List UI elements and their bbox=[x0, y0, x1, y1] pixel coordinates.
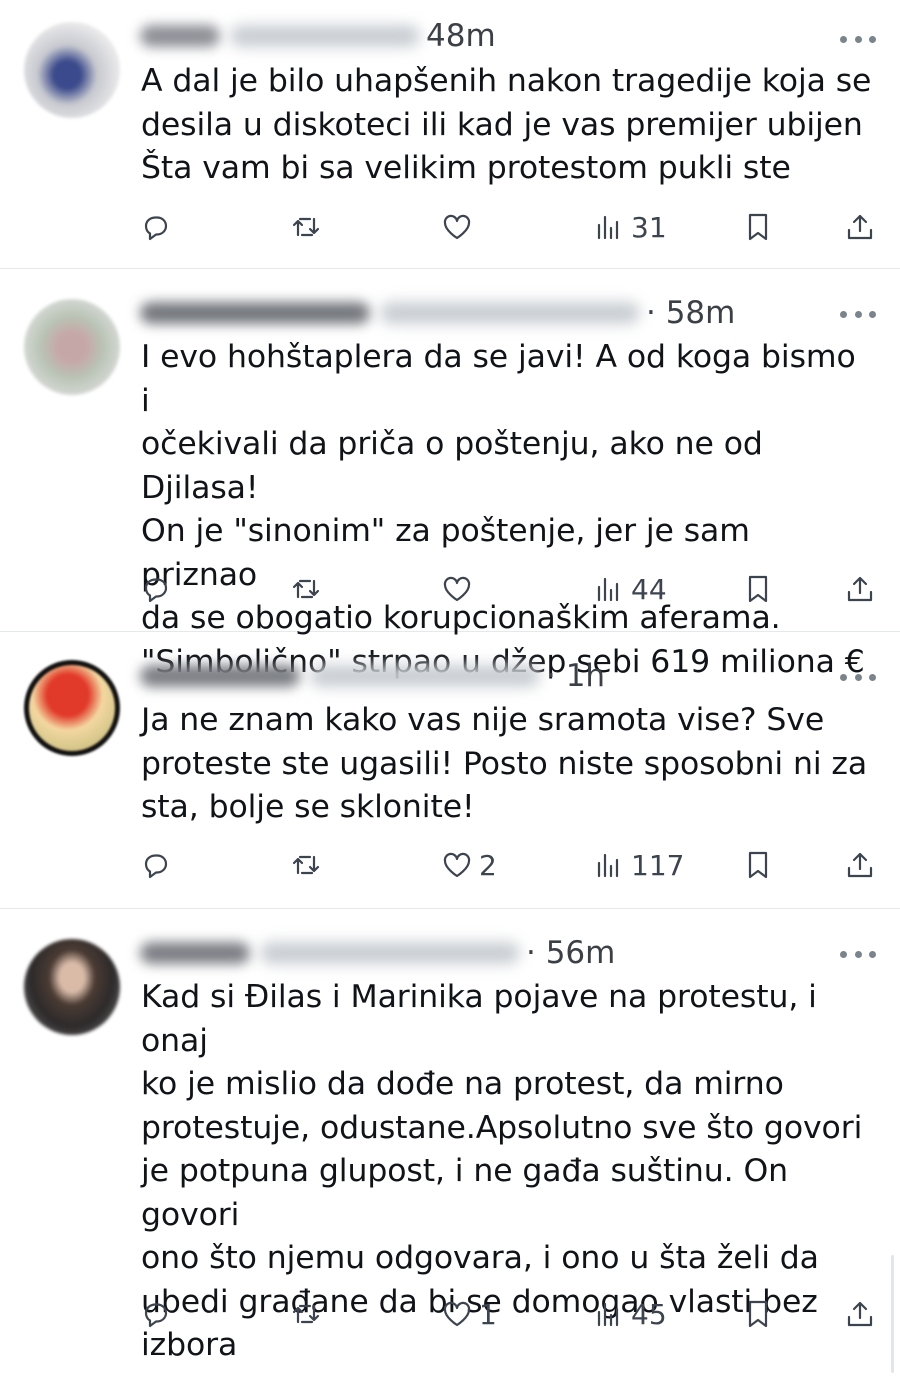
share-button[interactable] bbox=[844, 845, 876, 885]
heart-icon bbox=[443, 1301, 471, 1327]
action-bar: 1 45 bbox=[0, 1294, 900, 1334]
reply-header: · 56m bbox=[140, 931, 876, 975]
share-icon bbox=[847, 214, 873, 240]
like-count: 2 bbox=[479, 848, 497, 882]
reply-item[interactable]: 48m A dal je bilo uhapšenih nakon traged… bbox=[0, 0, 900, 269]
views-icon bbox=[597, 577, 619, 602]
author-name[interactable] bbox=[140, 942, 250, 964]
views-button[interactable]: 31 bbox=[593, 207, 667, 247]
heart-icon bbox=[443, 852, 471, 878]
share-icon bbox=[847, 576, 873, 602]
repost-icon bbox=[292, 217, 320, 237]
repost-icon bbox=[292, 1304, 320, 1324]
reply-item[interactable]: · 56m Kad si Đilas i Marinika pojave na … bbox=[0, 909, 900, 1375]
views-icon bbox=[597, 1302, 619, 1327]
reply-button[interactable] bbox=[140, 845, 178, 885]
views-count: 45 bbox=[631, 1297, 667, 1331]
share-icon bbox=[847, 852, 873, 878]
author-handle[interactable] bbox=[230, 25, 420, 47]
reply-button[interactable] bbox=[140, 569, 178, 609]
repost-icon bbox=[292, 855, 320, 875]
action-bar: 2 117 bbox=[0, 845, 900, 885]
avatar[interactable] bbox=[24, 299, 120, 395]
avatar[interactable] bbox=[24, 939, 120, 1035]
action-bar: 44 bbox=[0, 569, 900, 609]
like-button[interactable] bbox=[441, 569, 479, 609]
reply-button[interactable] bbox=[140, 1294, 178, 1334]
reply-icon bbox=[144, 1303, 168, 1328]
timestamp[interactable]: · 58m bbox=[646, 295, 735, 331]
views-count: 117 bbox=[631, 848, 685, 882]
author-name[interactable] bbox=[140, 665, 300, 687]
more-icon[interactable] bbox=[840, 672, 876, 682]
heart-icon bbox=[443, 214, 471, 240]
scrollbar[interactable] bbox=[891, 1255, 894, 1373]
views-icon bbox=[597, 215, 619, 240]
share-icon bbox=[847, 1301, 873, 1327]
views-icon bbox=[597, 853, 619, 878]
repost-button[interactable] bbox=[290, 569, 328, 609]
timestamp[interactable]: · 1h bbox=[546, 658, 605, 694]
views-count: 31 bbox=[631, 210, 667, 244]
heart-icon bbox=[443, 576, 471, 602]
reply-header: · 1h bbox=[140, 654, 876, 698]
reply-text: A dal je bilo uhapšenih nakon tragedije … bbox=[141, 63, 872, 186]
reply-header: · 58m bbox=[140, 291, 876, 335]
author-name[interactable] bbox=[140, 25, 220, 47]
reply-icon bbox=[144, 216, 168, 241]
like-button[interactable] bbox=[441, 207, 479, 247]
views-button[interactable]: 117 bbox=[593, 845, 684, 885]
share-button[interactable] bbox=[844, 207, 876, 247]
like-button[interactable]: 2 bbox=[441, 845, 497, 885]
reply-icon bbox=[144, 854, 168, 879]
bookmark-button[interactable] bbox=[742, 207, 774, 247]
repost-button[interactable] bbox=[290, 845, 328, 885]
more-icon[interactable] bbox=[840, 949, 876, 959]
bookmark-button[interactable] bbox=[742, 569, 774, 609]
action-bar: 31 bbox=[0, 207, 900, 247]
share-button[interactable] bbox=[844, 569, 876, 609]
views-count: 44 bbox=[631, 572, 667, 606]
timestamp[interactable]: 48m bbox=[426, 18, 496, 54]
replies-feed: 48m A dal je bilo uhapšenih nakon traged… bbox=[0, 0, 900, 1375]
bookmark-icon bbox=[748, 575, 768, 603]
like-button[interactable]: 1 bbox=[441, 1294, 497, 1334]
repost-button[interactable] bbox=[290, 1294, 328, 1334]
more-icon[interactable] bbox=[840, 309, 876, 319]
author-name[interactable] bbox=[140, 302, 370, 324]
avatar[interactable] bbox=[24, 22, 120, 118]
bookmark-button[interactable] bbox=[742, 1294, 774, 1334]
like-count: 1 bbox=[479, 1297, 497, 1331]
bookmark-button[interactable] bbox=[742, 845, 774, 885]
bookmark-icon bbox=[748, 213, 768, 241]
share-button[interactable] bbox=[844, 1294, 876, 1334]
reply-item[interactable]: · 58m I evo hohštaplera da se javi! A od… bbox=[0, 269, 900, 680]
reply-header: 48m bbox=[140, 14, 876, 58]
more-icon[interactable] bbox=[840, 34, 876, 44]
bookmark-icon bbox=[748, 851, 768, 879]
author-handle[interactable] bbox=[310, 665, 540, 687]
reply-item[interactable]: · 1h Ja ne znam kako vas nije sramota vi… bbox=[0, 632, 900, 909]
author-handle[interactable] bbox=[260, 942, 520, 964]
repost-button[interactable] bbox=[290, 207, 328, 247]
views-button[interactable]: 44 bbox=[593, 569, 667, 609]
reply-text: Ja ne znam kako vas nije sramota vise? S… bbox=[141, 702, 868, 825]
reply-button[interactable] bbox=[140, 207, 178, 247]
timestamp[interactable]: · 56m bbox=[526, 935, 615, 971]
views-button[interactable]: 45 bbox=[593, 1294, 667, 1334]
avatar[interactable] bbox=[24, 660, 120, 756]
bookmark-icon bbox=[748, 1300, 768, 1328]
author-handle[interactable] bbox=[380, 302, 640, 324]
repost-icon bbox=[292, 579, 320, 599]
reply-icon bbox=[144, 578, 168, 603]
